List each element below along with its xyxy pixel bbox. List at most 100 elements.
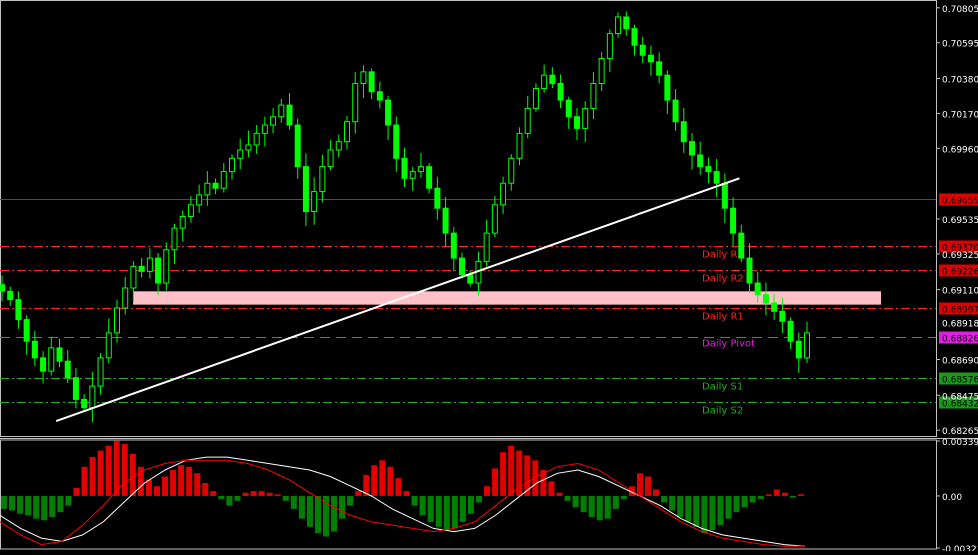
- histogram-bar-54: [435, 495, 442, 527]
- histogram-bar-16: [129, 453, 136, 496]
- candle-body-17: [138, 265, 145, 272]
- histogram-bar-21: [170, 470, 177, 496]
- osc-tick-label-1: 0.00: [942, 493, 962, 503]
- histogram-bar-10: [81, 466, 88, 496]
- candle-body-81: [664, 74, 671, 101]
- candle-body-80: [656, 61, 663, 76]
- histogram-bar-33: [266, 492, 273, 496]
- histogram-bar-38: [306, 495, 313, 527]
- price-tick-label-10: 0.68265: [942, 427, 978, 437]
- level-price-label-3: 0.68997: [942, 306, 978, 316]
- histogram-bar-81: [653, 489, 660, 496]
- price-tick-label-3: 0.70170: [942, 110, 978, 120]
- candle-body-8: [64, 360, 71, 379]
- candle-body-37: [302, 166, 309, 213]
- candle-body-49: [401, 157, 408, 179]
- histogram-bar-0: [1, 495, 8, 509]
- histogram-bar-73: [588, 495, 595, 518]
- chart-window: 0.69655 Daily R3 0.69370 Daily R2 0.69226 Dai…: [0, 0, 978, 555]
- candle-body-28: [229, 157, 235, 173]
- histogram-bar-6: [49, 495, 56, 518]
- histogram-bar-37: [298, 495, 305, 519]
- histogram-bar-25: [202, 482, 209, 496]
- histogram-bar-97: [781, 492, 788, 496]
- candle-body-67: [549, 74, 556, 84]
- level-text-4: Daily Pivot: [702, 339, 755, 350]
- histogram-bar-28: [226, 495, 233, 506]
- candle-body-77: [631, 28, 638, 46]
- candle-body-93: [762, 294, 769, 304]
- histogram-bar-7: [57, 495, 64, 513]
- level-price-label-4: 0.68826: [942, 335, 978, 345]
- histogram-bar-27: [218, 495, 225, 500]
- candle-body-76: [623, 16, 630, 30]
- candle-body-50: [409, 171, 416, 179]
- candle-body-23: [187, 204, 194, 218]
- candle-body-56: [459, 257, 465, 276]
- histogram-bar-75: [604, 495, 611, 519]
- level-text-3: Daily R1: [702, 312, 744, 323]
- histogram-bar-83: [669, 495, 676, 511]
- signal-line-white: [0, 456, 806, 547]
- histogram-bar-42: [339, 495, 346, 519]
- candle-body-89: [730, 207, 737, 234]
- histogram-bar-39: [314, 495, 321, 534]
- candle-body-41: [335, 141, 342, 151]
- histogram-bar-14: [113, 440, 120, 496]
- histogram-bar-57: [459, 495, 466, 522]
- level-text-6: Daily S2: [702, 406, 743, 417]
- histogram-bar-13: [105, 445, 112, 496]
- candle-body-69: [565, 99, 572, 118]
- histogram-bar-30: [242, 492, 249, 496]
- candle-body-7: [56, 347, 63, 362]
- candle-body-79: [647, 54, 654, 63]
- histogram-bar-44: [355, 491, 362, 496]
- histogram-bar-50: [403, 491, 410, 496]
- candle-body-52: [426, 166, 433, 189]
- candle-body-21: [171, 227, 178, 251]
- histogram-bar-8: [65, 495, 72, 506]
- level-text-5: Daily S1: [702, 382, 743, 393]
- candle-body-53: [434, 187, 441, 209]
- candle-body-96: [787, 320, 794, 342]
- candle-body-46: [376, 91, 383, 101]
- candle-body-70: [574, 116, 580, 129]
- histogram-bar-4: [33, 495, 40, 519]
- histogram-bar-3: [25, 495, 32, 516]
- histogram-bar-26: [210, 491, 217, 496]
- candle-body-91: [746, 257, 753, 284]
- candle-body-0: [0, 284, 5, 292]
- candle-body-45: [368, 71, 375, 93]
- histogram-bar-55: [443, 495, 450, 531]
- histogram-bar-18: [145, 479, 152, 496]
- candle-body-84: [689, 141, 695, 156]
- histogram-bar-34: [274, 494, 281, 496]
- candle-body-71: [582, 107, 589, 129]
- candle-body-25: [204, 182, 211, 196]
- histogram-bar-12: [97, 450, 104, 496]
- level-text-2: Daily R2: [702, 274, 744, 285]
- candle-body-19: [155, 257, 162, 284]
- histogram-bar-41: [331, 495, 338, 532]
- histogram-bar-59: [475, 495, 482, 503]
- candle-body-62: [508, 157, 515, 184]
- candle-body-3: [23, 319, 30, 342]
- histogram-bar-76: [612, 495, 619, 509]
- histogram-bar-68: [548, 481, 555, 496]
- histogram-bar-92: [741, 495, 748, 508]
- candle-body-18: [146, 257, 153, 272]
- histogram-bar-63: [508, 445, 515, 496]
- candle-body-15: [122, 287, 129, 309]
- candle-body-97: [795, 340, 802, 359]
- histogram-bar-31: [250, 491, 257, 496]
- candle-body-73: [598, 58, 605, 84]
- histogram-bar-58: [467, 495, 474, 514]
- histogram-bar-36: [290, 495, 297, 509]
- candle-body-13: [105, 332, 112, 359]
- candle-body-42: [344, 121, 350, 143]
- histogram-bar-22: [178, 465, 185, 496]
- histogram-bar-69: [556, 492, 563, 496]
- candle-body-98: [804, 332, 810, 359]
- histogram-bar-84: [677, 495, 684, 518]
- candle-body-72: [590, 82, 597, 109]
